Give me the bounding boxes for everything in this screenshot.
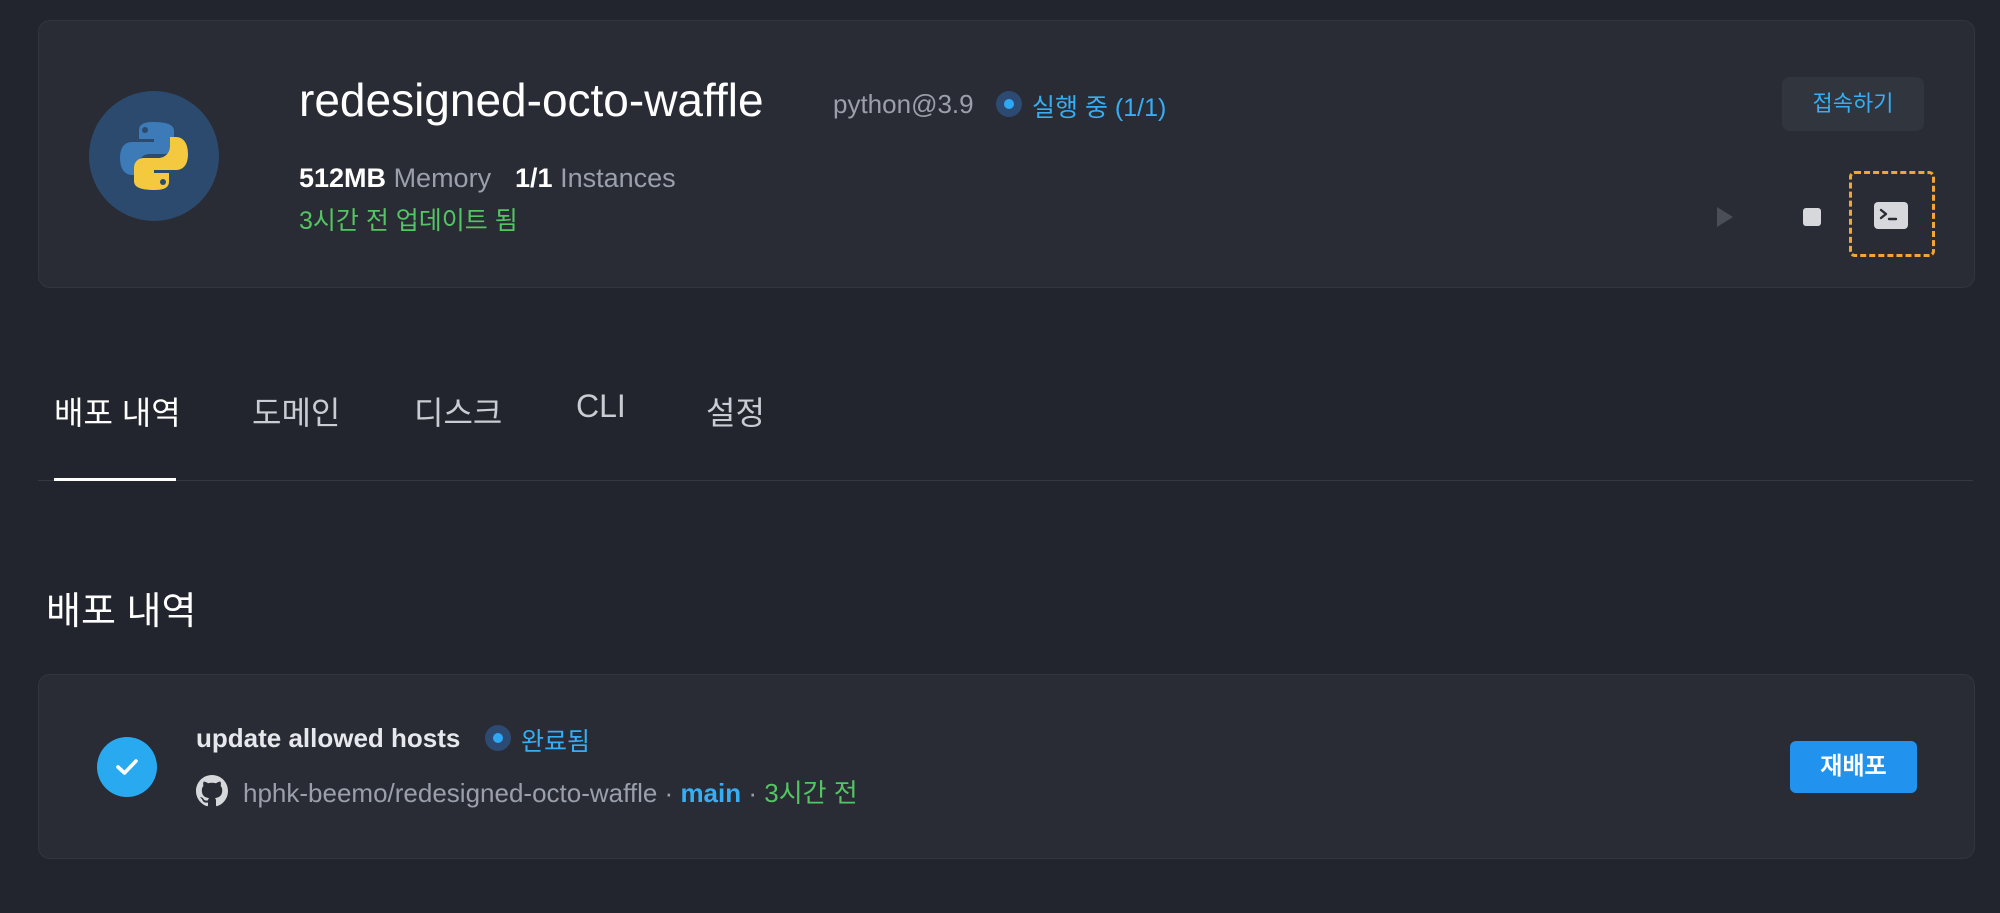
tab-disk[interactable]: 디스크 [414,388,502,434]
updated-time: 3시간 전 업데이트 됨 [299,207,518,235]
check-icon [116,759,138,775]
stop-icon [1803,208,1821,226]
start-button[interactable] [1703,197,1743,237]
tab-domain[interactable]: 도메인 [252,388,340,434]
instances-label: Instances [560,163,676,193]
running-status: 실행 중 (1/1) [1032,94,1167,122]
stop-button[interactable] [1792,197,1832,237]
deploy-status: 완료됨 [521,728,591,756]
connect-button[interactable]: 접속하기 [1782,77,1924,131]
deploy-time: 3시간 전 [764,778,858,808]
instances-value: 1/1 [515,163,553,193]
app-avatar [89,91,219,221]
terminal-button[interactable] [1871,195,1911,235]
terminal-icon [1874,202,1908,229]
github-icon [196,775,228,812]
redeploy-button[interactable]: 재배포 [1790,741,1917,793]
python-logo-icon [120,122,188,190]
runtime-label: python@3.9 [833,89,974,119]
section-title: 배포 내역 [46,591,197,633]
active-tab-indicator [54,478,176,481]
running-status-icon [996,91,1022,117]
repo-info: hphk-beemo/redesigned-octo-waffle · main… [243,778,858,808]
completed-status-icon [485,725,511,751]
branch-name[interactable]: main [680,778,741,808]
memory-value: 512MB [299,163,387,193]
deployment-item: update allowed hosts 완료됨 hphk-beemo/rede… [38,674,1975,859]
commit-message: update allowed hosts [196,723,461,753]
tab-settings[interactable]: 설정 [706,388,765,434]
repo-link[interactable]: hphk-beemo/redesigned-octo-waffle [243,778,657,808]
app-name: redesigned-octo-waffle [299,74,764,126]
tab-cli[interactable]: CLI [576,388,626,425]
tab-deploy-history[interactable]: 배포 내역 [54,388,181,434]
tabs-divider [38,480,1973,481]
app-summary-card: redesigned-octo-waffle python@3.9 실행 중 (… [38,20,1975,288]
play-icon [1717,207,1733,227]
success-check-icon [97,737,157,797]
memory-stat: 512MB Memory [299,163,491,194]
instances-stat: 1/1 Instances [515,163,676,194]
memory-label: Memory [393,163,492,193]
